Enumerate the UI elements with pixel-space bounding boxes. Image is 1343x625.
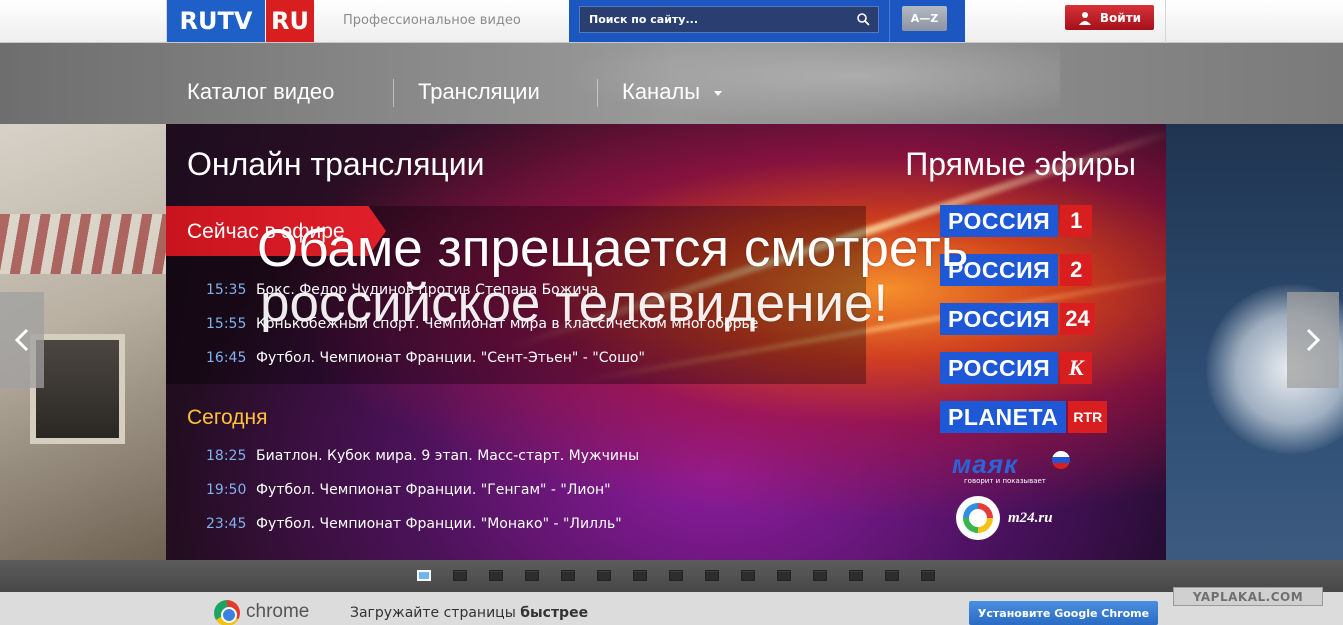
schedule-title[interactable]: Бокс. Федор Чудинов против Степана Божич… xyxy=(256,282,598,298)
channel-planeta-rtr[interactable]: PLANETA RTR xyxy=(940,401,1108,433)
mayak-logo-text: маяк xyxy=(952,449,1019,479)
channel-russia-24[interactable]: РОССИЯ 24 xyxy=(940,303,1095,335)
schedule-time: 18:25 xyxy=(206,448,247,464)
schedule-time: 15:55 xyxy=(206,316,247,332)
nav-item-channels-label: Каналы xyxy=(622,79,701,104)
channel-name: РОССИЯ xyxy=(940,254,1059,286)
m24-ring xyxy=(963,503,993,533)
login-button[interactable]: Войти xyxy=(1065,5,1154,30)
schedule-time: 23:45 xyxy=(206,516,247,532)
channel-badge: К xyxy=(1060,352,1093,384)
search-icon[interactable] xyxy=(856,12,870,26)
search-zone: A—Z xyxy=(569,0,965,42)
slider-dot[interactable] xyxy=(885,570,899,581)
schedule-row[interactable]: 23:45 Футбол. Чемпионат Франции. "Монако… xyxy=(206,516,622,532)
top-bar: RUTV RU Профессиональное видео A—Z Войти xyxy=(0,0,1343,43)
slider-dot[interactable] xyxy=(813,570,827,581)
channel-russia-1[interactable]: РОССИЯ 1 xyxy=(940,205,1093,237)
next-slide-button[interactable] xyxy=(1287,292,1339,388)
prev-slide-button[interactable] xyxy=(0,292,44,388)
install-chrome-button[interactable]: Установите Google Chrome xyxy=(969,601,1158,625)
curtain-decoration xyxy=(0,214,166,274)
yaplakal-watermark: YAPLAKAL.COM xyxy=(1173,587,1323,606)
slider-dot[interactable] xyxy=(849,570,863,581)
hero-slide: Онлайн трансляции Прямые эфиры Сейчас в … xyxy=(166,124,1166,560)
chrome-promo-bar: chrome Загружайте страницы быстрее Устан… xyxy=(0,592,1343,625)
az-button[interactable]: A—Z xyxy=(902,6,947,31)
now-on-air-label: Сейчас в эфире xyxy=(187,220,345,243)
slider-pagination xyxy=(0,560,1343,592)
slider-dot[interactable] xyxy=(561,570,575,581)
search-input[interactable] xyxy=(579,6,879,33)
schedule-row[interactable]: 15:55 Конькобежный спорт. Чемпионат мира… xyxy=(206,316,758,332)
mayak-slogan: говорит и показывает xyxy=(964,477,1046,485)
live-title: Прямые эфиры xyxy=(905,146,1136,182)
flag-icon xyxy=(1052,451,1070,469)
window-decoration xyxy=(30,334,125,444)
schedule-row[interactable]: 15:35 Бокс. Федор Чудинов против Степана… xyxy=(206,282,598,298)
slider-dot[interactable] xyxy=(705,570,719,581)
chevron-right-icon xyxy=(1306,328,1321,352)
channel-name: PLANETA xyxy=(940,401,1067,433)
channel-name: РОССИЯ xyxy=(940,352,1059,384)
nav-separator xyxy=(597,79,598,107)
chrome-logo-icon xyxy=(214,600,240,625)
m24-logo-icon xyxy=(956,496,1000,540)
slider-dot[interactable] xyxy=(921,570,935,581)
nav-separator xyxy=(393,79,394,107)
top-bar-inner: RUTV RU Профессиональное видео A—Z Войти xyxy=(166,0,1166,43)
chevron-down-icon xyxy=(714,90,723,96)
slider-dot[interactable] xyxy=(777,570,791,581)
chevron-left-icon xyxy=(14,328,29,352)
hero-title: Онлайн трансляции xyxy=(187,146,485,182)
channel-russia-2[interactable]: РОССИЯ 2 xyxy=(940,254,1093,286)
chrome-promo-main: Загружайте страницы xyxy=(350,605,516,621)
logo-rutv[interactable]: RUTV xyxy=(167,0,265,42)
slider-dot[interactable] xyxy=(633,570,647,581)
channel-name: РОССИЯ xyxy=(940,205,1059,237)
schedule-time: 15:35 xyxy=(206,282,247,298)
chrome-promo-text: Загружайте страницы быстрее xyxy=(350,605,588,621)
slider-dot[interactable] xyxy=(741,570,755,581)
schedule-title[interactable]: Футбол. Чемпионат Франции. "Монако" - "Л… xyxy=(256,516,622,532)
schedule-row[interactable]: 16:45 Футбол. Чемпионат Франции. "Сент-Э… xyxy=(206,350,645,366)
site-tagline: Профессиональное видео xyxy=(343,13,521,28)
schedule-title[interactable]: Футбол. Чемпионат Франции. "Генгам" - "Л… xyxy=(256,482,611,498)
main-nav: Каталог видео Трансляции Каналы xyxy=(0,43,1343,124)
slider-dot[interactable] xyxy=(453,570,467,581)
m24-label: m24.ru xyxy=(1008,509,1053,526)
slider-dot[interactable] xyxy=(525,570,539,581)
slider-dot[interactable] xyxy=(417,570,431,581)
slider-dot[interactable] xyxy=(669,570,683,581)
schedule-title[interactable]: Футбол. Чемпионат Франции. "Сент-Этьен" … xyxy=(256,350,645,366)
slider-dot[interactable] xyxy=(597,570,611,581)
channel-badge: RTR xyxy=(1068,401,1108,433)
today-label: Сегодня xyxy=(187,406,268,429)
schedule-title[interactable]: Конькобежный спорт. Чемпионат мира в кла… xyxy=(256,316,758,332)
schedule-row[interactable]: 18:25 Биатлон. Кубок мира. 9 этап. Масс-… xyxy=(206,448,639,464)
chrome-promo-bold: быстрее xyxy=(520,605,589,621)
schedule-title[interactable]: Биатлон. Кубок мира. 9 этап. Масс-старт.… xyxy=(256,448,639,464)
channel-russia-k[interactable]: РОССИЯ К xyxy=(940,352,1093,384)
schedule-time: 19:50 xyxy=(206,482,247,498)
channel-m24[interactable]: m24.ru xyxy=(956,496,1053,540)
logo-ru[interactable]: RU xyxy=(266,0,314,42)
channel-badge: 24 xyxy=(1060,303,1095,335)
channel-name: РОССИЯ xyxy=(940,303,1059,335)
site-logo[interactable]: RUTV RU xyxy=(167,0,314,42)
chrome-wordmark: chrome xyxy=(246,601,310,622)
nav-item-catalog[interactable]: Каталог видео xyxy=(187,79,334,105)
slider-dot[interactable] xyxy=(489,570,503,581)
schedule-time: 16:45 xyxy=(206,350,247,366)
channel-mayak[interactable]: маяк говорит и показывает xyxy=(952,449,1072,485)
user-icon xyxy=(1078,11,1091,25)
nav-item-channels[interactable]: Каналы xyxy=(622,79,723,105)
nav-item-broadcasts[interactable]: Трансляции xyxy=(418,79,540,105)
channel-badge: 2 xyxy=(1060,254,1093,286)
channel-badge: 1 xyxy=(1060,205,1093,237)
az-separator xyxy=(889,0,890,42)
schedule-row[interactable]: 19:50 Футбол. Чемпионат Франции. "Генгам… xyxy=(206,482,611,498)
login-label: Войти xyxy=(1099,10,1142,25)
